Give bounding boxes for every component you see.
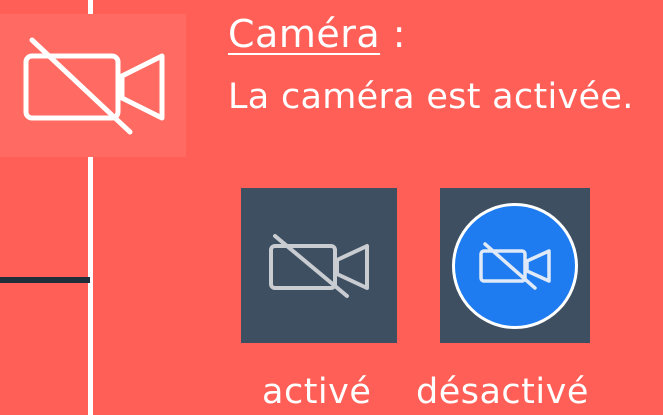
camera-heading-suffix: : xyxy=(380,12,407,56)
camera-off-icon xyxy=(23,37,165,134)
horizontal-connector xyxy=(0,277,90,283)
camera-off-icon xyxy=(269,233,369,298)
camera-status-tile xyxy=(0,14,186,157)
camera-inactive-caption: désactivé xyxy=(416,372,589,412)
camera-inactive-circle xyxy=(452,202,578,329)
camera-heading-word: Caméra xyxy=(228,12,381,56)
camera-active-button[interactable] xyxy=(241,188,397,343)
camera-active-caption: activé xyxy=(262,372,372,412)
camera-heading: Caméra : xyxy=(228,8,406,60)
camera-off-icon xyxy=(479,241,551,290)
camera-inactive-button[interactable] xyxy=(440,188,590,343)
camera-description: La caméra est activée. xyxy=(228,77,634,117)
